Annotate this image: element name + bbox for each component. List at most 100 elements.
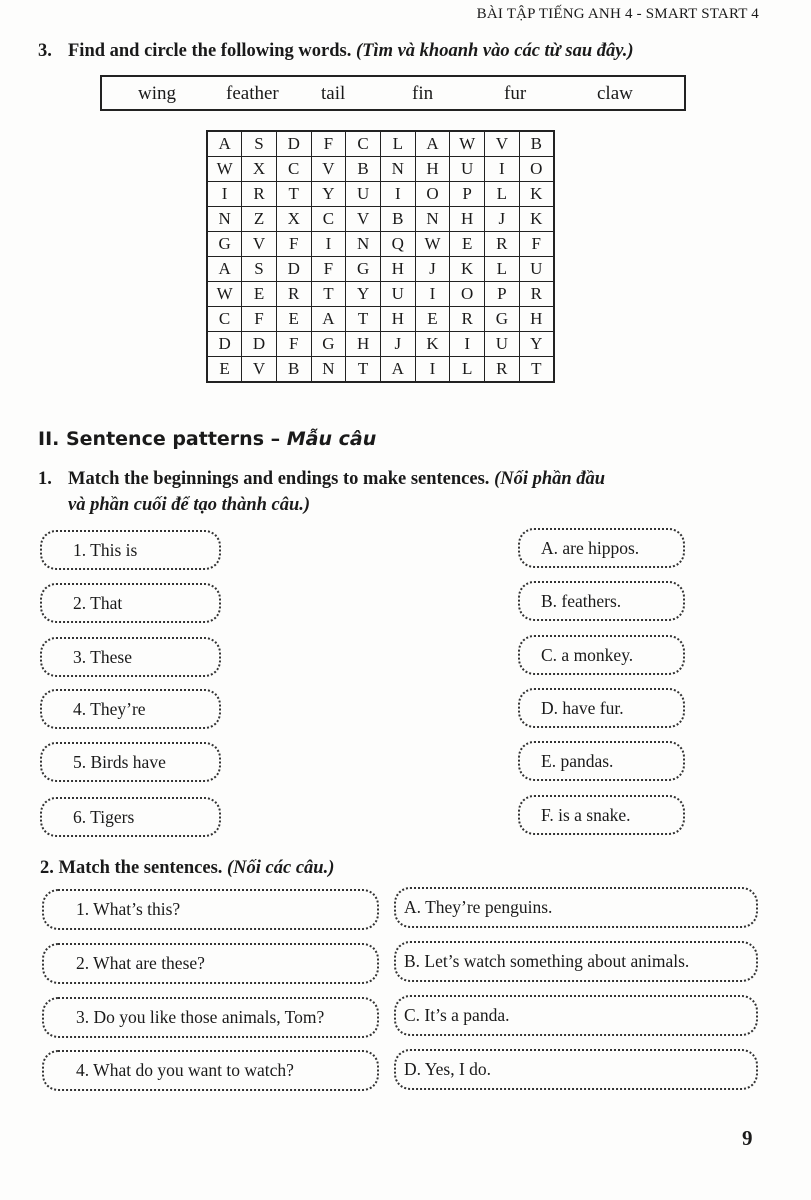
match-beginning[interactable]: 3. These [40,637,221,677]
grid-cell[interactable]: G [310,331,347,358]
grid-cell[interactable]: I [414,356,451,383]
grid-cell[interactable]: V [484,130,520,157]
grid-cell[interactable]: A [206,130,243,157]
grid-cell[interactable]: D [241,331,277,358]
grid-cell[interactable]: U [518,255,555,283]
grid-cell[interactable]: D [206,331,243,358]
grid-cell[interactable]: F [310,130,347,157]
match-answer[interactable]: A. They’re penguins. [394,887,758,928]
grid-cell[interactable]: O [449,281,485,308]
grid-cell[interactable]: F [310,255,347,283]
grid-cell[interactable]: T [310,281,347,308]
grid-cell[interactable]: W [449,130,485,157]
grid-cell[interactable]: F [275,331,312,358]
grid-cell[interactable]: K [518,205,555,232]
match-beginning[interactable]: 5. Birds have [40,742,221,782]
grid-cell[interactable]: V [241,230,277,257]
grid-cell[interactable]: R [275,281,312,308]
grid-cell[interactable]: L [484,180,520,207]
grid-cell[interactable]: I [449,331,485,358]
grid-cell[interactable]: I [310,230,347,257]
grid-cell[interactable]: T [275,180,312,207]
grid-cell[interactable]: V [310,155,347,182]
grid-cell[interactable]: A [310,306,347,333]
match-ending[interactable]: F. is a snake. [518,795,685,835]
grid-cell[interactable]: I [206,180,243,207]
grid-cell[interactable]: A [206,255,243,283]
match-ending[interactable]: A. are hippos. [518,528,685,568]
grid-cell[interactable]: I [379,180,416,207]
grid-cell[interactable]: B [345,155,381,182]
grid-cell[interactable]: E [449,230,485,257]
grid-cell[interactable]: H [379,306,416,333]
grid-cell[interactable]: E [206,356,243,383]
grid-cell[interactable]: T [518,356,555,383]
grid-cell[interactable]: S [241,130,277,157]
grid-cell[interactable]: C [206,306,243,333]
grid-cell[interactable]: W [206,281,243,308]
grid-cell[interactable]: A [379,356,416,383]
match-answer[interactable]: C. It’s a panda. [394,995,758,1036]
grid-cell[interactable]: U [484,331,520,358]
match-question[interactable]: 1. What’s this? [42,889,379,930]
grid-cell[interactable]: R [241,180,277,207]
grid-cell[interactable]: A [414,130,451,157]
grid-cell[interactable]: N [379,155,416,182]
grid-cell[interactable]: H [518,306,555,333]
grid-cell[interactable]: C [310,205,347,232]
grid-cell[interactable]: D [275,130,312,157]
grid-cell[interactable]: Q [379,230,416,257]
grid-cell[interactable]: N [310,356,347,383]
match-beginning[interactable]: 1. This is [40,530,221,570]
grid-cell[interactable]: I [414,281,451,308]
grid-cell[interactable]: X [241,155,277,182]
match-beginning[interactable]: 6. Tigers [40,797,221,837]
grid-cell[interactable]: W [414,230,451,257]
grid-cell[interactable]: J [379,331,416,358]
grid-cell[interactable]: E [414,306,451,333]
match-answer[interactable]: B. Let’s watch something about animals. [394,941,758,982]
grid-cell[interactable]: E [241,281,277,308]
match-ending[interactable]: C. a monkey. [518,635,685,675]
match-question[interactable]: 3. Do you like those animals, Tom? [42,997,379,1038]
grid-cell[interactable]: L [449,356,485,383]
grid-cell[interactable]: O [414,180,451,207]
grid-cell[interactable]: K [414,331,451,358]
grid-cell[interactable]: V [345,205,381,232]
grid-cell[interactable]: I [484,155,520,182]
grid-cell[interactable]: P [484,281,520,308]
match-ending[interactable]: E. pandas. [518,741,685,781]
grid-cell[interactable]: B [518,130,555,157]
grid-cell[interactable]: G [484,306,520,333]
match-question[interactable]: 4. What do you want to watch? [42,1050,379,1091]
grid-cell[interactable]: P [449,180,485,207]
grid-cell[interactable]: T [345,356,381,383]
grid-cell[interactable]: G [345,255,381,283]
grid-cell[interactable]: K [449,255,485,283]
match-question[interactable]: 2. What are these? [42,943,379,984]
grid-cell[interactable]: V [241,356,277,383]
grid-cell[interactable]: H [379,255,416,283]
grid-cell[interactable]: L [484,255,520,283]
grid-cell[interactable]: H [345,331,381,358]
grid-cell[interactable]: B [275,356,312,383]
grid-cell[interactable]: Y [345,281,381,308]
grid-cell[interactable]: C [345,130,381,157]
grid-cell[interactable]: J [414,255,451,283]
grid-cell[interactable]: R [449,306,485,333]
grid-cell[interactable]: N [414,205,451,232]
grid-cell[interactable]: F [518,230,555,257]
grid-cell[interactable]: O [518,155,555,182]
grid-cell[interactable]: S [241,255,277,283]
grid-cell[interactable]: J [484,205,520,232]
grid-cell[interactable]: H [449,205,485,232]
match-beginning[interactable]: 4. They’re [40,689,221,729]
grid-cell[interactable]: F [241,306,277,333]
grid-cell[interactable]: W [206,155,243,182]
grid-cell[interactable]: R [484,230,520,257]
grid-cell[interactable]: D [275,255,312,283]
grid-cell[interactable]: F [275,230,312,257]
grid-cell[interactable]: L [379,130,416,157]
grid-cell[interactable]: R [518,281,555,308]
grid-cell[interactable]: E [275,306,312,333]
